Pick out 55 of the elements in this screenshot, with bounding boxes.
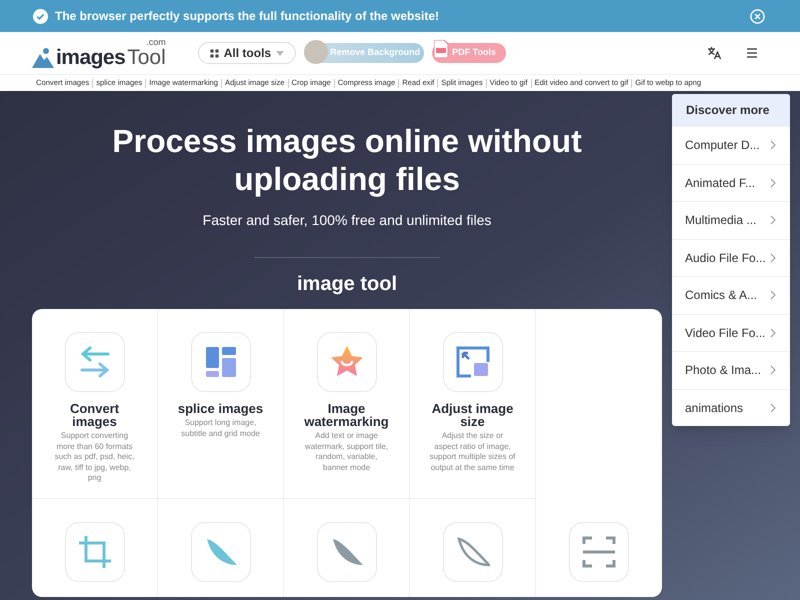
tool-title[interactable]: splice images	[176, 402, 266, 415]
banner-message: The browser perfectly supports the full functionality of the website!	[55, 8, 440, 25]
tool-description: Support long image, subtitle and grid mode	[180, 418, 261, 439]
menu-item[interactable]: Multimedia ...	[672, 201, 790, 238]
tool-title[interactable]: Image watermarking	[302, 402, 392, 428]
menu-button[interactable]	[746, 47, 758, 59]
tool-icon-tile[interactable]	[190, 332, 250, 392]
menu-item[interactable]: Video File Fo...	[672, 314, 790, 351]
arrows-icon	[78, 345, 112, 379]
check-circle-icon	[33, 8, 48, 24]
tool-icon-tile[interactable]	[190, 522, 250, 582]
chevron-right-icon	[770, 215, 776, 226]
menu-item[interactable]: Photo & Ima...	[672, 351, 790, 388]
scan-icon	[582, 535, 616, 569]
tool-description: Adjust the size or aspect ratio of image, support multiple sizes of output at the same time	[430, 431, 516, 473]
document-icon	[434, 40, 448, 58]
tool-icon-tile[interactable]	[316, 522, 376, 582]
caret-icon	[276, 50, 284, 56]
tool-icon-tile[interactable]	[569, 522, 629, 582]
tool-description: Add text or image watermark, support tile, random, variable, banner mode	[304, 431, 390, 473]
close-button[interactable]	[750, 8, 765, 24]
feather-outline-icon	[456, 535, 490, 569]
menu-item[interactable]: Computer D...	[672, 126, 790, 164]
section-title: image tool	[296, 272, 397, 297]
tool-title[interactable]: Convert images	[50, 402, 140, 428]
tool-icon-tile[interactable]	[64, 332, 124, 392]
tool-icon-tile[interactable]	[442, 522, 502, 582]
smiling-star-icon	[330, 345, 364, 379]
menu-title: Discover more	[672, 94, 790, 126]
chevron-right-icon	[770, 402, 776, 413]
menu-item[interactable]: Comics & A...	[672, 276, 790, 314]
hero-subtitle: Faster and safer, 100% free and unlimited files	[202, 211, 492, 230]
grid-icon	[210, 48, 219, 58]
chevron-right-icon	[770, 290, 776, 300]
all-tools-dropdown[interactable]: All tools	[198, 42, 296, 64]
tool-icon-tile[interactable]	[64, 522, 124, 582]
photo-placeholder	[304, 40, 328, 64]
chevron-right-icon	[770, 178, 776, 188]
menu-item[interactable]: Animated F...	[672, 164, 790, 201]
chevron-right-icon	[770, 252, 776, 263]
chevron-right-icon	[770, 328, 776, 338]
layout-grid-icon	[204, 345, 238, 379]
menu-item[interactable]: animations	[672, 388, 790, 426]
chevron-right-icon	[770, 365, 776, 376]
tool-title[interactable]: Adjust image size	[428, 402, 518, 428]
resize-icon	[456, 345, 490, 379]
menu-item[interactable]: Audio File Fo...	[672, 238, 790, 276]
tool-icon-tile[interactable]	[316, 332, 376, 392]
tool-description: Support converting more than 60 formats such as pdf, psd, heic, raw, tiff to jpg, webp, png	[54, 431, 136, 484]
tool-icon-tile[interactable]	[442, 332, 502, 392]
crop-icon	[78, 535, 112, 569]
hero-title: Process images online without uploading files	[111, 122, 583, 198]
translate-button[interactable]	[707, 46, 721, 60]
logo[interactable]: images .com Tool	[32, 38, 166, 68]
chevron-right-icon	[770, 140, 776, 150]
